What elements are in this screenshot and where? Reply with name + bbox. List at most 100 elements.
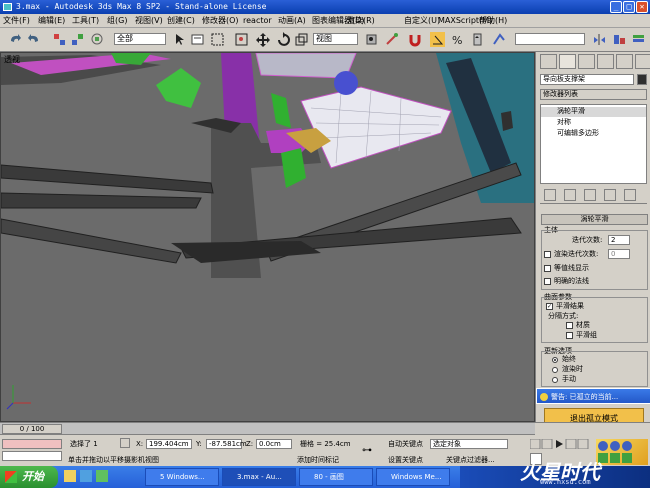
key-filters-button[interactable]: 关键点过滤器...	[446, 456, 495, 465]
modifier-list-dropdown[interactable]: 修改器列表	[540, 89, 647, 100]
set-key-icon[interactable]: ⊶	[362, 445, 372, 456]
task-windows-explorer[interactable]: 5 Windows...	[145, 468, 219, 486]
zoom-extents-icon[interactable]	[622, 441, 632, 451]
show-end-result-icon[interactable]	[564, 189, 576, 201]
menu-tools[interactable]: 工具(T)	[72, 16, 99, 26]
select-and-scale-icon[interactable]	[294, 32, 309, 47]
configure-modifier-sets-icon[interactable]	[624, 189, 636, 201]
menu-file[interactable]: 文件(F)	[3, 16, 30, 26]
task-windows-messenger[interactable]: Windows Me...	[376, 468, 450, 486]
utilities-tab-icon[interactable]	[635, 54, 650, 69]
menu-modifiers[interactable]: 修改器(O)	[202, 16, 239, 26]
materials-checkbox[interactable]	[566, 322, 573, 329]
time-slider-track[interactable]: 0 / 100	[0, 423, 535, 435]
menu-character[interactable]: reactor	[243, 16, 272, 26]
bind-space-warp-icon[interactable]	[90, 32, 105, 47]
object-name-field[interactable]: 导向板支撑架	[540, 74, 634, 85]
unlink-icon[interactable]	[70, 32, 85, 47]
select-and-manipulate-icon[interactable]	[384, 32, 399, 47]
named-selection-sets-icon[interactable]	[492, 32, 507, 47]
layer-manager-icon[interactable]	[631, 32, 646, 47]
create-tab-icon[interactable]	[540, 54, 557, 69]
auto-key-button[interactable]: 自动关键点	[388, 440, 423, 449]
time-slider-thumb[interactable]: 0 / 100	[2, 424, 62, 434]
undo-icon[interactable]	[8, 32, 23, 47]
menu-graph-editors[interactable]: 渲染(R)	[347, 16, 375, 26]
quicklaunch-desktop-icon[interactable]	[96, 470, 108, 482]
explicit-normals-checkbox[interactable]	[544, 278, 551, 285]
select-and-move-icon[interactable]	[256, 32, 271, 47]
reference-coord-dropdown[interactable]: 视图	[313, 33, 358, 45]
lock-selection-icon[interactable]	[120, 438, 130, 448]
maximize-button[interactable]: □	[623, 1, 635, 13]
display-tab-icon[interactable]	[616, 54, 633, 69]
menu-maxscript[interactable]: 帮助(H)	[479, 16, 507, 26]
named-selection-dropdown[interactable]	[515, 33, 585, 45]
spinner-snap-icon[interactable]	[470, 32, 485, 47]
object-color-swatch[interactable]	[637, 74, 647, 85]
viewport-label[interactable]: 透视	[4, 54, 20, 65]
rectangular-selection-icon[interactable]	[210, 32, 225, 47]
zoom-all-icon[interactable]	[610, 441, 620, 451]
menu-group[interactable]: 组(G)	[107, 16, 127, 26]
minimize-button[interactable]: _	[610, 1, 622, 13]
isoline-checkbox[interactable]	[544, 265, 551, 272]
select-by-name-icon[interactable]	[190, 32, 205, 47]
arc-rotate-icon[interactable]	[622, 453, 632, 463]
select-object-icon[interactable]	[172, 32, 187, 47]
use-pivot-center-icon[interactable]	[364, 32, 379, 47]
render-iters-spinner[interactable]: 0	[608, 249, 630, 259]
zoom-icon[interactable]	[598, 441, 608, 451]
always-radio[interactable]	[552, 357, 558, 363]
task-3dsmax[interactable]: 3.max - Au...	[222, 468, 296, 486]
render-iters-checkbox[interactable]	[544, 251, 551, 258]
stack-item-editable-poly[interactable]: 可编辑多边形	[541, 129, 646, 139]
menu-reactor[interactable]: 动画(A)	[278, 16, 306, 26]
menu-views[interactable]: 视图(V)	[135, 16, 163, 26]
menu-edit[interactable]: 编辑(E)	[38, 16, 65, 26]
mirror-icon[interactable]	[592, 32, 607, 47]
hierarchy-tab-icon[interactable]	[578, 54, 595, 69]
smoothing-groups-checkbox[interactable]	[566, 332, 573, 339]
manually-radio[interactable]	[552, 377, 558, 383]
y-coordinate-field[interactable]: -87.581cm	[206, 439, 247, 449]
percent-snap-icon[interactable]: %	[450, 32, 465, 47]
z-coordinate-field[interactable]: 0.0cm	[256, 439, 292, 449]
select-and-rotate-icon[interactable]	[276, 32, 291, 47]
task-paint[interactable]: 80 - 画图	[299, 468, 373, 486]
pin-stack-icon[interactable]	[544, 189, 556, 201]
maxscript-listener-top[interactable]	[2, 439, 62, 449]
stack-item-symmetry[interactable]: 对称	[541, 118, 646, 128]
close-button[interactable]: ✕	[636, 1, 648, 13]
modify-tab-icon[interactable]	[559, 54, 576, 69]
iterations-spinner[interactable]: 2	[608, 235, 630, 245]
quicklaunch-folder-icon[interactable]	[64, 470, 76, 482]
redo-icon[interactable]	[26, 32, 41, 47]
angle-snap-icon[interactable]	[430, 32, 445, 47]
selection-filter-dropdown[interactable]: 全部	[114, 33, 166, 45]
turbosmooth-rollout-header[interactable]: 涡轮平滑	[541, 214, 648, 225]
playback-controls[interactable]	[530, 439, 590, 449]
maxscript-listener-bottom[interactable]	[2, 451, 62, 461]
start-label: 开始	[22, 470, 44, 483]
perspective-viewport[interactable]: 透视	[0, 52, 535, 422]
window-crossing-icon[interactable]	[234, 32, 249, 47]
make-unique-icon[interactable]	[584, 189, 596, 201]
remove-modifier-icon[interactable]	[604, 189, 616, 201]
pan-view-icon[interactable]	[610, 453, 620, 463]
add-time-tag[interactable]: 添加时间标记	[297, 456, 339, 465]
select-and-link-icon[interactable]	[52, 32, 67, 47]
x-coordinate-field[interactable]: 199.404cm	[146, 439, 192, 449]
stack-item-turbosmooth[interactable]: 涡轮平滑	[541, 107, 646, 117]
set-key-button[interactable]: 设置关键点	[388, 456, 423, 465]
start-button[interactable]: 开始	[0, 466, 58, 488]
quicklaunch-ie-icon[interactable]	[80, 470, 92, 482]
selected-object-dropdown[interactable]: 选定对象	[430, 439, 508, 449]
when-rendering-radio[interactable]	[552, 367, 558, 373]
menu-create[interactable]: 创建(C)	[167, 16, 195, 26]
motion-tab-icon[interactable]	[597, 54, 614, 69]
magnet-snap-icon[interactable]	[408, 32, 423, 47]
menu-rendering[interactable]: 自定义(U)	[404, 16, 440, 26]
align-icon[interactable]	[612, 32, 627, 47]
smooth-result-checkbox[interactable]: ✓	[546, 303, 553, 310]
